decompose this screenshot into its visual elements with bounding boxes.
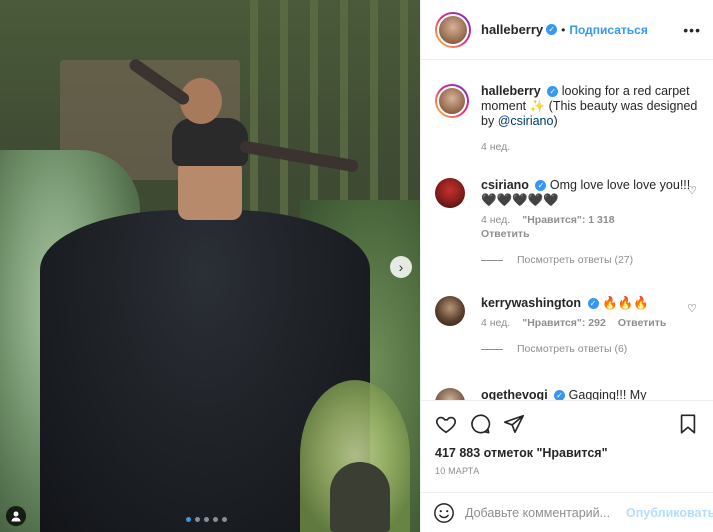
- replies-divider: [481, 259, 503, 261]
- comment-username[interactable]: csiriano: [481, 178, 529, 192]
- comment-item: ogethevogi ✓ Gagging!!! My: [435, 388, 701, 400]
- caption-meta: 4 нед.: [481, 141, 701, 153]
- carousel-dot: [204, 517, 209, 522]
- comment-avatar[interactable]: [435, 388, 465, 400]
- comment-icon: [471, 413, 491, 434]
- heart-icon[interactable]: ♡: [687, 184, 697, 197]
- post-header: halleberry ✓ • Подписаться •••: [421, 0, 713, 60]
- comment-avatar[interactable]: [435, 178, 465, 208]
- share-icon: [504, 414, 524, 433]
- carousel-dot: [195, 517, 200, 522]
- author-username[interactable]: halleberry: [481, 22, 543, 37]
- comment-text: kerrywashington ✓ 🔥🔥🔥: [481, 296, 701, 311]
- comment-composer: Опубликовать: [421, 492, 713, 532]
- caption-username[interactable]: halleberry: [481, 84, 541, 98]
- comment-button[interactable]: [467, 411, 493, 437]
- view-replies-label: Посмотреть ответы (6): [517, 343, 628, 355]
- heart-icon[interactable]: ♡: [687, 302, 697, 315]
- comment-item: kerrywashington ✓ 🔥🔥🔥 4 нед. "Нравится":…: [435, 296, 701, 355]
- comment-time[interactable]: 4 нед.: [481, 317, 510, 329]
- verified-icon: ✓: [547, 86, 559, 98]
- emoji-icon: [434, 502, 454, 523]
- carousel-dot: [213, 517, 218, 522]
- caption-body-end: ): [553, 114, 558, 128]
- view-replies-button[interactable]: Посмотреть ответы (27): [481, 254, 701, 266]
- view-replies-label: Посмотреть ответы (27): [517, 254, 634, 266]
- comment-likes[interactable]: "Нравится": 292: [522, 317, 606, 329]
- caption-time[interactable]: 4 нед.: [481, 141, 510, 153]
- author-avatar[interactable]: [435, 11, 471, 48]
- comment-input[interactable]: [465, 505, 626, 520]
- carousel-dots: [186, 517, 227, 522]
- more-options-icon[interactable]: •••: [683, 22, 701, 38]
- comment-avatar[interactable]: [435, 296, 465, 326]
- reply-button[interactable]: Ответить: [481, 228, 701, 240]
- user-icon: [11, 511, 21, 522]
- follow-button[interactable]: Подписаться: [569, 23, 647, 37]
- carousel-dot: [222, 517, 227, 522]
- comments-list[interactable]: halleberry ✓ looking for a red carpet mo…: [421, 60, 713, 400]
- caption-avatar[interactable]: [435, 84, 469, 118]
- comment-body: Gagging!!! My: [568, 388, 647, 400]
- next-slide-button[interactable]: ›: [390, 256, 412, 278]
- comment-body: 🔥🔥🔥: [602, 296, 649, 310]
- post-photo[interactable]: ›: [0, 0, 420, 532]
- verified-icon: ✓: [546, 24, 558, 35]
- comment-username[interactable]: ogethevogi: [481, 388, 548, 400]
- post-date[interactable]: 10 МАРТА: [435, 466, 479, 476]
- photo-lamp: [330, 462, 390, 532]
- emoji-button[interactable]: [433, 501, 455, 525]
- header-separator: •: [561, 22, 566, 37]
- post-side-panel: halleberry ✓ • Подписаться ••• halleberr…: [420, 0, 713, 532]
- view-replies-button[interactable]: Посмотреть ответы (6): [481, 343, 701, 355]
- replies-divider: [481, 348, 503, 350]
- save-button[interactable]: [675, 411, 701, 437]
- chevron-right-icon: ›: [398, 259, 404, 275]
- verified-icon: ✓: [587, 298, 599, 310]
- caption-mention[interactable]: @csiriano: [498, 114, 554, 128]
- comment-time[interactable]: 4 нед.: [481, 214, 510, 226]
- comment-meta: 4 нед. "Нравится": 1 318 Ответить: [481, 214, 701, 240]
- post-actions: [421, 400, 713, 446]
- like-button[interactable]: [433, 411, 459, 437]
- bookmark-icon: [680, 413, 696, 434]
- likes-count[interactable]: 417 883 отметок "Нравится": [435, 446, 608, 460]
- comment-item: csiriano ✓ Omg love love love you!!! 🖤🖤🖤…: [435, 178, 701, 266]
- heart-icon: [436, 416, 456, 433]
- reply-button[interactable]: Ответить: [618, 317, 667, 329]
- comment-username[interactable]: kerrywashington: [481, 296, 581, 310]
- carousel-dot: [186, 517, 191, 522]
- comment-meta: 4 нед. "Нравится": 292 Ответить: [481, 317, 701, 329]
- publish-button[interactable]: Опубликовать: [626, 506, 713, 520]
- photo-top: [172, 118, 248, 166]
- caption-text: halleberry ✓ looking for a red carpet mo…: [481, 84, 701, 129]
- verified-icon: ✓: [535, 180, 547, 192]
- comment-text: ogethevogi ✓ Gagging!!! My: [481, 388, 701, 400]
- comment-text: csiriano ✓ Omg love love love you!!! 🖤🖤🖤…: [481, 178, 701, 208]
- comment-likes[interactable]: "Нравится": 1 318: [522, 214, 614, 226]
- verified-icon: ✓: [554, 390, 566, 400]
- share-button[interactable]: [501, 411, 527, 437]
- user-tag-button[interactable]: [6, 506, 26, 526]
- caption: halleberry ✓ looking for a red carpet mo…: [435, 84, 701, 153]
